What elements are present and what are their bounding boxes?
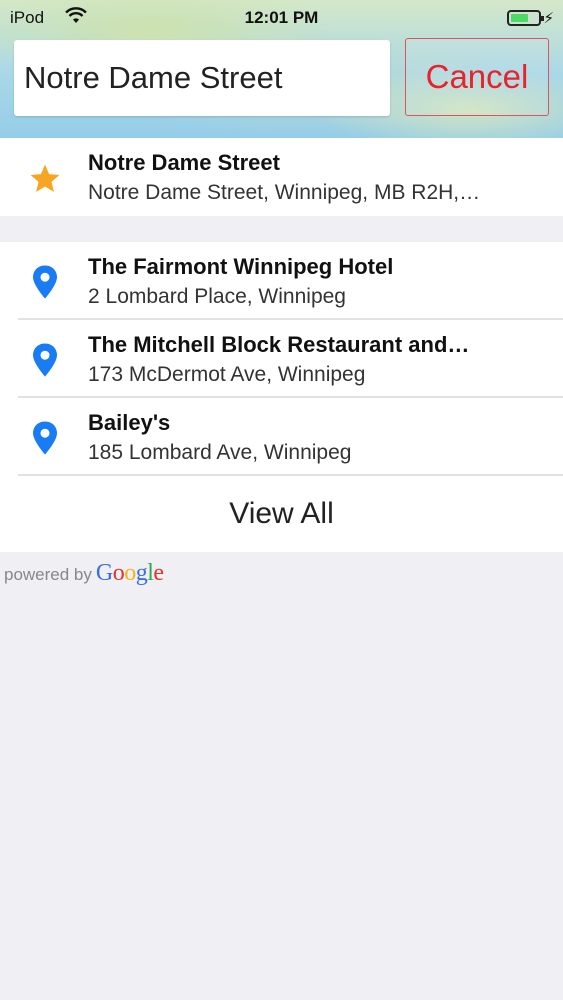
result-title: The Mitchell Block Restaurant and… — [88, 332, 470, 357]
clock: 12:01 PM — [244, 8, 319, 27]
result-title: Bailey's — [88, 410, 171, 435]
result-row[interactable]: The Fairmont Winnipeg Hotel 2 Lombard Pl… — [0, 242, 563, 320]
divider — [18, 474, 563, 476]
result-row[interactable]: Bailey's 185 Lombard Ave, Winnipeg — [0, 398, 563, 476]
google-logo-letter: G — [95, 560, 113, 586]
suggestion-section: Notre Dame Street Notre Dame Street, Win… — [0, 138, 563, 216]
google-logo: Google — [96, 560, 164, 587]
view-all-button[interactable]: View All — [0, 476, 563, 552]
google-logo-letter: o — [112, 560, 125, 586]
result-address: 185 Lombard Ave, Winnipeg — [88, 441, 352, 464]
google-logo-letter: o — [124, 560, 136, 586]
map-pin-icon — [33, 421, 57, 455]
suggestion-subtitle: Notre Dame Street, Winnipeg, MB R2H,… — [88, 181, 481, 204]
charging-icon: ⚡ — [543, 10, 554, 27]
google-logo-letter: e — [153, 560, 164, 586]
google-attribution: powered by Google — [4, 560, 164, 587]
result-row[interactable]: The Mitchell Block Restaurant and… 173 M… — [0, 320, 563, 398]
result-address: 2 Lombard Place, Winnipeg — [88, 285, 346, 308]
map-background: iPod 12:01 PM ⚡ Cancel — [0, 0, 563, 138]
results-section: The Fairmont Winnipeg Hotel 2 Lombard Pl… — [0, 242, 563, 552]
star-icon — [30, 164, 60, 193]
suggestion-title: Notre Dame Street — [88, 150, 280, 175]
cancel-button[interactable]: Cancel — [405, 38, 549, 116]
powered-by-label: powered by — [4, 565, 92, 584]
status-bar: iPod 12:01 PM ⚡ — [0, 0, 563, 36]
search-input[interactable] — [14, 40, 390, 116]
result-address: 173 McDermot Ave, Winnipeg — [88, 363, 366, 386]
battery-icon — [507, 10, 544, 26]
suggestion-row[interactable]: Notre Dame Street Notre Dame Street, Win… — [0, 138, 563, 216]
map-pin-icon — [33, 265, 57, 299]
result-title: The Fairmont Winnipeg Hotel — [88, 254, 394, 279]
google-logo-letter: g — [135, 560, 148, 586]
map-pin-icon — [33, 343, 57, 377]
